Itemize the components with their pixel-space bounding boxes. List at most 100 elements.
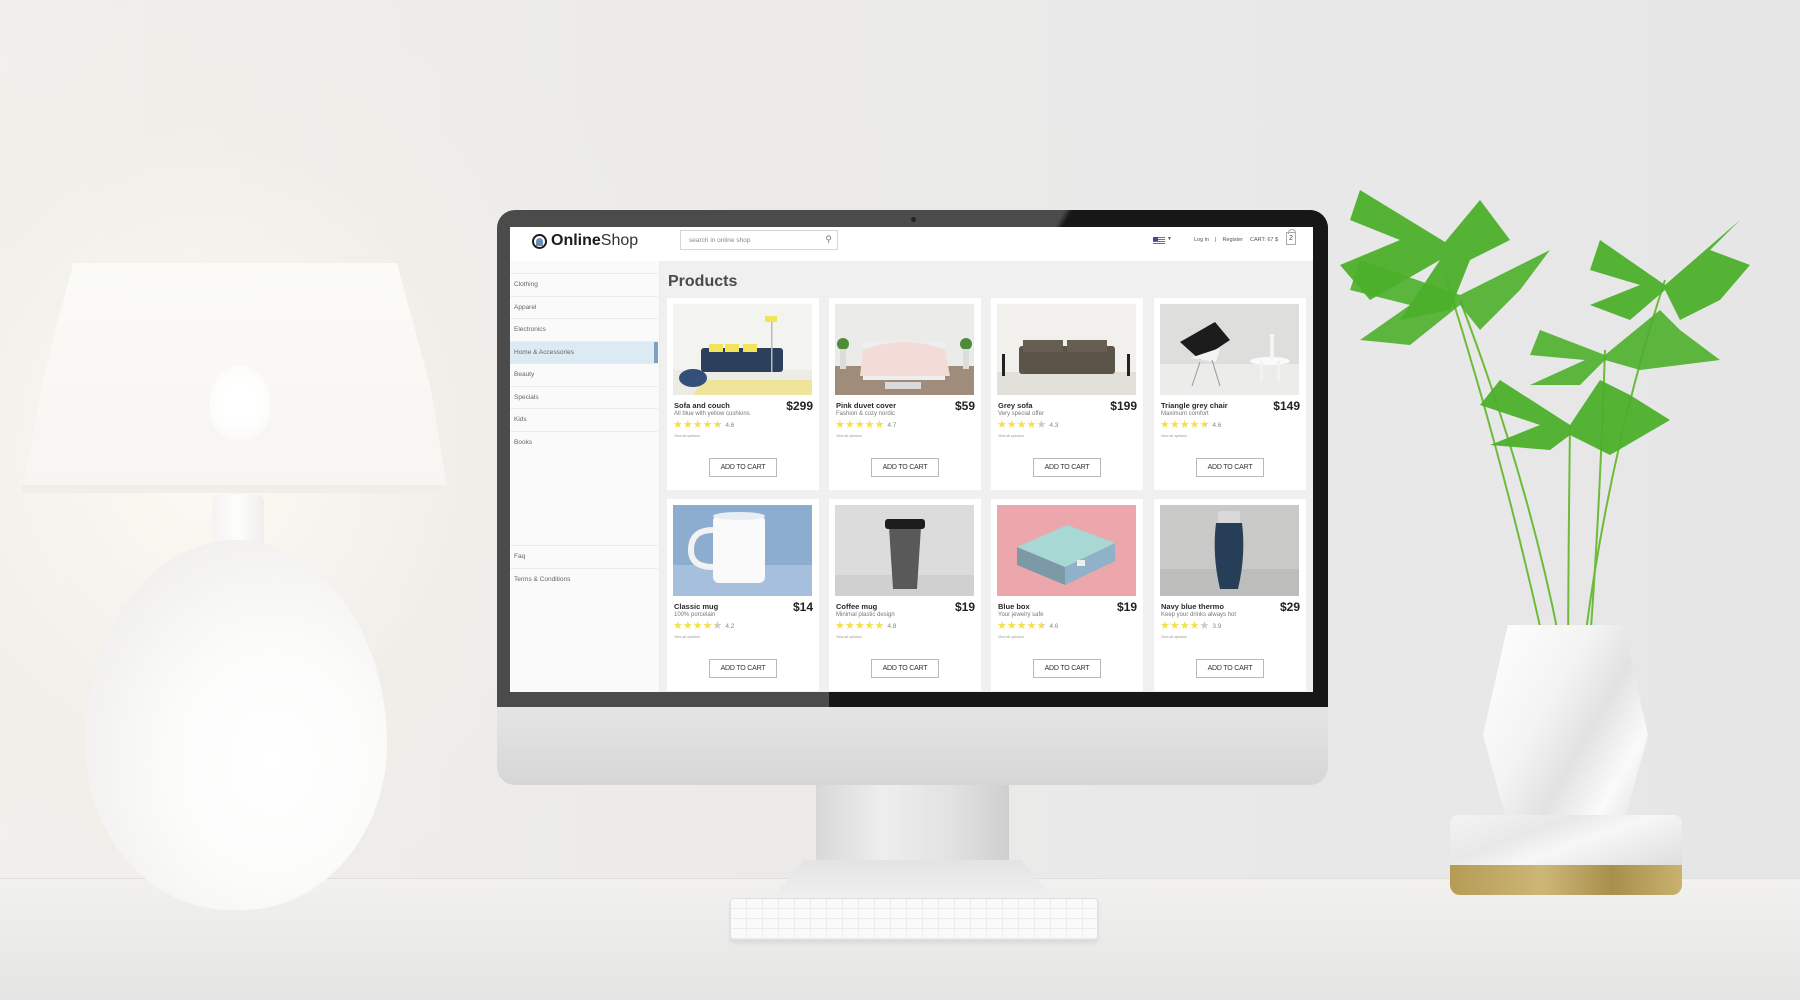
search-placeholder: search in online shop xyxy=(689,237,751,244)
top-header: OnlineShop search in online shop ⚲ ▼ Log… xyxy=(510,227,1313,261)
product-image[interactable] xyxy=(997,304,1136,395)
rating-value: 4.8 xyxy=(887,623,897,630)
add-to-cart-button[interactable]: ADD TO CART xyxy=(709,659,777,678)
product-description: Minimal plastic design xyxy=(836,612,895,618)
product-description: Keep your drinks always hot xyxy=(1161,612,1237,618)
rating-value: 4.6 xyxy=(1212,422,1222,429)
sidebar-footer-faq[interactable]: Faq xyxy=(510,545,658,568)
star-icon: ★ xyxy=(864,419,875,431)
star-icon: ★ xyxy=(1169,419,1180,431)
language-dropdown-icon[interactable]: ▼ xyxy=(1167,236,1172,242)
auth-separator: | xyxy=(1215,237,1217,243)
product-description: Your jewelry safe xyxy=(998,612,1044,618)
rating-stars: ★ ★ ★ ★ ★ 4.8 xyxy=(835,621,896,632)
add-to-cart-button[interactable]: ADD TO CART xyxy=(1196,659,1264,678)
login-link[interactable]: Log in xyxy=(1194,237,1209,243)
product-name[interactable]: Classic mug xyxy=(674,602,718,611)
star-icon: ★ xyxy=(844,620,855,632)
register-link[interactable]: Register xyxy=(1222,237,1242,243)
add-to-cart-button[interactable]: ADD TO CART xyxy=(1196,458,1264,477)
product-image[interactable] xyxy=(835,505,974,596)
add-to-cart-button[interactable]: ADD TO CART xyxy=(871,458,939,477)
sidebar-item-home-accessories[interactable]: Home & Accessories xyxy=(510,340,658,363)
product-price: $59 xyxy=(954,399,975,413)
product-name[interactable]: Grey sofa xyxy=(998,401,1033,410)
view-opinions-link[interactable]: View all opinions xyxy=(674,434,700,438)
search-icon[interactable]: ⚲ xyxy=(825,234,832,245)
product-card[interactable]: Coffee mug Minimal plastic design $19 ★ ★ ★ ★ ★… xyxy=(829,499,981,691)
sidebar-item-kids[interactable]: Kids xyxy=(510,408,658,431)
star-icon: ★ xyxy=(1036,620,1047,632)
gold-base xyxy=(1450,865,1682,895)
sidebar-item-specials[interactable]: Specials xyxy=(510,385,658,409)
product-card[interactable]: Sofa and couch All blue with yellow cushi… xyxy=(667,298,819,490)
logo-bold: Online xyxy=(551,232,601,249)
geometric-vase xyxy=(1483,625,1648,825)
product-image[interactable] xyxy=(673,304,812,395)
product-card[interactable]: Triangle grey chair Maximum comfort $149 ★ ★… xyxy=(1154,298,1306,490)
product-card[interactable]: Blue box Your jewelry safe $19 ★ ★ ★ ★ ★ 4.6 View… xyxy=(991,499,1143,691)
star-icon: ★ xyxy=(702,620,713,632)
view-opinions-link[interactable]: View all opinions xyxy=(1161,434,1187,438)
add-to-cart-button[interactable]: ADD TO CART xyxy=(871,659,939,678)
sidebar-item-electronics[interactable]: Electronics xyxy=(510,318,658,341)
product-name[interactable]: Pink duvet cover xyxy=(836,401,896,410)
product-image[interactable] xyxy=(673,505,812,596)
product-image[interactable] xyxy=(835,304,974,395)
product-name[interactable]: Blue box xyxy=(998,602,1030,611)
sidebar-footer-terms-conditions[interactable]: Terms & Conditions xyxy=(510,567,658,591)
us-flag-icon[interactable] xyxy=(1153,237,1165,244)
product-name[interactable]: Coffee mug xyxy=(836,602,877,611)
monitor-stand-base xyxy=(770,860,1055,900)
sidebar-item-books[interactable]: Books xyxy=(510,430,658,454)
shop-screen: OnlineShop search in online shop ⚲ ▼ Log… xyxy=(510,227,1313,692)
product-image[interactable] xyxy=(1160,304,1299,395)
star-icon: ★ xyxy=(1199,620,1210,632)
add-to-cart-button[interactable]: ADD TO CART xyxy=(709,458,777,477)
view-opinions-link[interactable]: View all opinions xyxy=(836,434,862,438)
add-to-cart-button[interactable]: ADD TO CART xyxy=(1033,659,1101,678)
product-card[interactable]: Navy blue thermo Keep your drinks always … xyxy=(1154,499,1306,691)
view-opinions-link[interactable]: View all opinions xyxy=(998,434,1024,438)
star-icon: ★ xyxy=(854,419,865,431)
star-icon: ★ xyxy=(1189,419,1200,431)
sidebar-item-beauty[interactable]: Beauty xyxy=(510,363,658,386)
logo[interactable]: OnlineShop xyxy=(532,232,638,250)
product-card[interactable]: Pink duvet cover Fashion & cozy nordic $59… xyxy=(829,298,981,490)
camera-icon xyxy=(911,217,916,222)
view-opinions-link[interactable]: View all opinions xyxy=(998,635,1024,639)
view-opinions-link[interactable]: View all opinions xyxy=(674,635,700,639)
product-name[interactable]: Navy blue thermo xyxy=(1161,602,1224,611)
search-input[interactable]: search in online shop ⚲ xyxy=(680,230,838,250)
sidebar-item-clothing[interactable]: Clothing xyxy=(510,273,658,296)
product-name[interactable]: Triangle grey chair xyxy=(1161,401,1228,410)
product-image[interactable] xyxy=(997,505,1136,596)
product-card[interactable]: Grey sofa Very special offer $199 ★ ★ ★ ★ ★ 4.3 V… xyxy=(991,298,1143,490)
product-card[interactable]: Classic mug 100% porcelain $14 ★ ★ ★ ★ ★ 4.2 View… xyxy=(667,499,819,691)
product-name[interactable]: Sofa and couch xyxy=(674,401,730,410)
cart-total[interactable]: CART: 67 $ xyxy=(1250,237,1278,243)
star-icon: ★ xyxy=(874,419,885,431)
rating-stars: ★ ★ ★ ★ ★ 4.7 xyxy=(835,420,896,431)
cart-bag-icon[interactable]: 2 xyxy=(1286,229,1296,245)
star-icon: ★ xyxy=(692,419,703,431)
star-icon: ★ xyxy=(997,620,1007,632)
star-icon: ★ xyxy=(1189,620,1200,632)
view-opinions-link[interactable]: View all opinions xyxy=(836,635,862,639)
logo-icon xyxy=(532,233,547,249)
star-icon: ★ xyxy=(1179,620,1190,632)
star-icon: ★ xyxy=(1026,620,1037,632)
star-icon: ★ xyxy=(864,620,875,632)
star-icon: ★ xyxy=(673,620,683,632)
product-image[interactable] xyxy=(1160,505,1299,596)
product-price: $149 xyxy=(1273,399,1300,413)
sidebar-item-apparel[interactable]: Apparel xyxy=(510,295,658,319)
star-icon: ★ xyxy=(682,620,693,632)
star-icon: ★ xyxy=(1036,419,1047,431)
keyboard xyxy=(730,898,1098,940)
lamp-shade-rim xyxy=(22,485,448,493)
add-to-cart-button[interactable]: ADD TO CART xyxy=(1033,458,1101,477)
star-icon: ★ xyxy=(1169,620,1180,632)
view-opinions-link[interactable]: View all opinions xyxy=(1161,635,1187,639)
rating-stars: ★ ★ ★ ★ ★ 4.6 xyxy=(1160,420,1221,431)
